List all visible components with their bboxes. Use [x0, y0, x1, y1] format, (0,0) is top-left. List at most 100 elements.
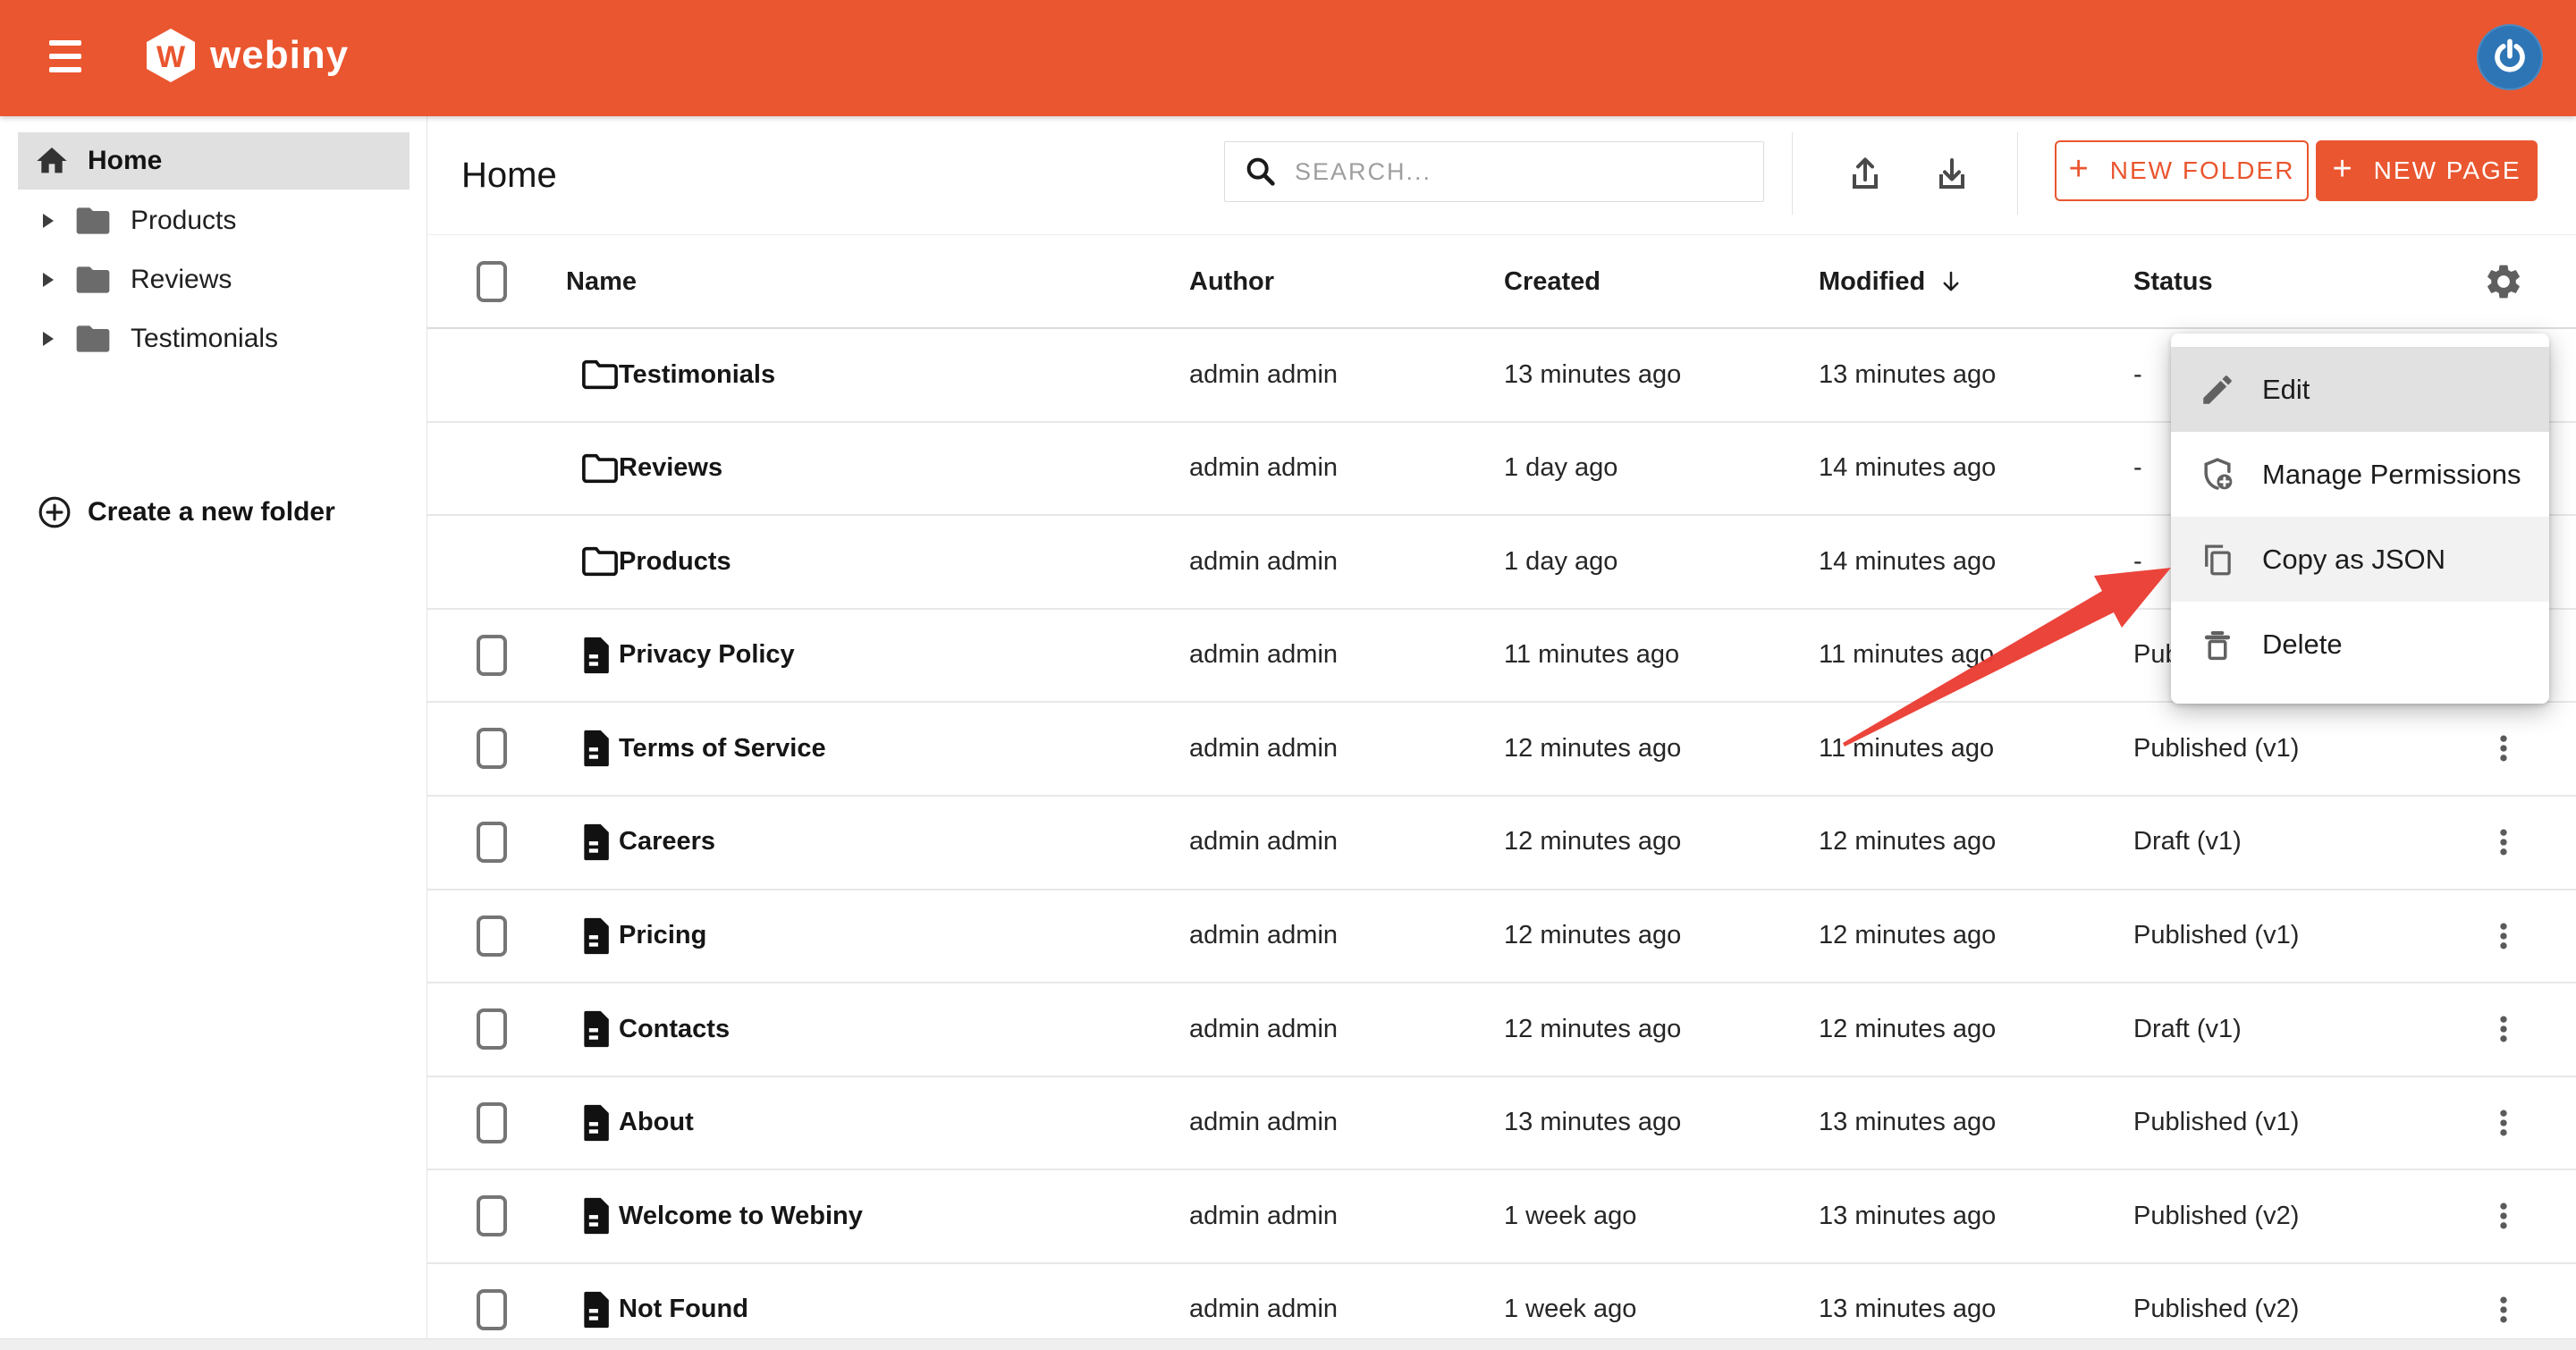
row-checkbox[interactable] — [477, 1008, 507, 1050]
row-actions-kebab-icon[interactable] — [2480, 1170, 2527, 1261]
table-row[interactable]: Careers admin admin 12 minutes ago 12 mi… — [427, 797, 2576, 890]
download-icon — [1930, 152, 1973, 195]
row-name[interactable]: Terms of Service — [619, 703, 826, 794]
column-header-modified[interactable]: Modified — [1819, 235, 1964, 328]
row-actions-kebab-icon[interactable] — [2480, 1077, 2527, 1169]
row-name[interactable]: Contacts — [619, 983, 730, 1075]
row-actions-kebab-icon[interactable] — [2480, 1264, 2527, 1338]
viewport-cut-strip — [0, 1338, 2576, 1350]
gear-icon — [2483, 261, 2524, 302]
row-name[interactable]: Testimonials — [619, 329, 775, 420]
row-actions-kebab-icon[interactable] — [2480, 703, 2527, 794]
home-icon — [34, 143, 70, 179]
folder-icon — [579, 544, 621, 579]
column-header-name[interactable]: Name — [566, 235, 637, 328]
row-type-icon — [579, 890, 615, 982]
row-checkbox[interactable] — [477, 635, 507, 676]
menu-item-edit[interactable]: Edit — [2171, 347, 2549, 432]
row-type-icon — [579, 516, 621, 607]
webiny-page-manager-screen: W webiny Home Products — [0, 0, 2576, 1350]
menu-item-label: Copy as JSON — [2262, 544, 2445, 576]
content-header: Home — [427, 116, 2576, 234]
sidebar-home-label: Home — [88, 146, 162, 176]
import-upload-button[interactable] — [1842, 150, 1888, 197]
table-row[interactable]: Contacts admin admin 12 minutes ago 12 m… — [427, 983, 2576, 1077]
new-folder-button-label: NEW FOLDER — [2110, 156, 2295, 185]
table-row[interactable]: Welcome to Webiny admin admin 1 week ago… — [427, 1170, 2576, 1264]
menu-item-label: Edit — [2262, 374, 2310, 406]
row-actions-kebab-icon[interactable] — [2480, 797, 2527, 888]
table-row[interactable]: Pricing admin admin 12 minutes ago 12 mi… — [427, 890, 2576, 984]
page-icon — [579, 729, 615, 768]
brand-wordmark: webiny — [210, 33, 349, 78]
sidebar-item-home[interactable]: Home — [18, 132, 410, 190]
topbar: W webiny — [0, 0, 2576, 116]
table-settings-button[interactable] — [2480, 235, 2527, 328]
row-type-icon — [579, 329, 621, 420]
table-row[interactable]: About admin admin 13 minutes ago 13 minu… — [427, 1077, 2576, 1171]
new-folder-button[interactable]: + NEW FOLDER — [2055, 140, 2309, 201]
sidebar: Home Products Reviews — [0, 116, 427, 1350]
table-row[interactable]: Terms of Service admin admin 12 minutes … — [427, 703, 2576, 797]
row-modified: 13 minutes ago — [1819, 1170, 1996, 1261]
search-input[interactable] — [1295, 158, 1724, 186]
row-type-icon — [579, 423, 621, 514]
row-name[interactable]: Careers — [619, 797, 715, 888]
row-checkbox[interactable] — [477, 822, 507, 863]
row-created: 12 minutes ago — [1504, 890, 1681, 982]
column-header-author[interactable]: Author — [1189, 235, 1274, 328]
menu-item-manage-permissions[interactable]: Manage Permissions — [2171, 432, 2549, 517]
row-created: 12 minutes ago — [1504, 797, 1681, 888]
row-author: admin admin — [1189, 610, 1338, 701]
table-row[interactable]: Not Found admin admin 1 week ago 13 minu… — [427, 1264, 2576, 1338]
row-type-icon — [579, 610, 615, 701]
webiny-logo[interactable]: W webiny — [146, 27, 349, 84]
trash-icon — [2198, 625, 2237, 664]
search-box — [1224, 141, 1764, 202]
row-created: 1 day ago — [1504, 423, 1617, 514]
row-name[interactable]: Privacy Policy — [619, 610, 795, 701]
row-checkbox[interactable] — [477, 1195, 507, 1236]
row-name[interactable]: Products — [619, 516, 731, 607]
column-header-status[interactable]: Status — [2133, 235, 2213, 328]
row-name[interactable]: Pricing — [619, 890, 706, 982]
menu-item-delete[interactable]: Delete — [2171, 602, 2549, 687]
new-page-button[interactable]: + NEW PAGE — [2316, 140, 2538, 201]
create-new-folder-button[interactable]: Create a new folder — [18, 484, 410, 541]
copy-icon — [2198, 540, 2237, 579]
row-status: Published (v1) — [2133, 703, 2299, 794]
export-download-button[interactable] — [1929, 150, 1975, 197]
user-avatar[interactable] — [2477, 24, 2543, 90]
row-checkbox[interactable] — [477, 728, 507, 769]
chevron-right-icon[interactable] — [43, 273, 54, 287]
row-checkbox[interactable] — [477, 1102, 507, 1143]
column-header-created[interactable]: Created — [1504, 235, 1600, 328]
sidebar-folder-label: Testimonials — [131, 324, 278, 354]
row-name[interactable]: Reviews — [619, 423, 722, 514]
row-type-icon — [579, 797, 615, 888]
menu-item-copy-as-json[interactable]: Copy as JSON — [2171, 517, 2549, 602]
row-checkbox[interactable] — [477, 915, 507, 957]
row-checkbox[interactable] — [477, 1289, 507, 1330]
row-name[interactable]: About — [619, 1077, 694, 1169]
row-author: admin admin — [1189, 890, 1338, 982]
row-author: admin admin — [1189, 1264, 1338, 1338]
chevron-right-icon[interactable] — [43, 332, 54, 346]
sidebar-item-reviews[interactable]: Reviews — [18, 250, 410, 309]
row-author: admin admin — [1189, 1077, 1338, 1169]
plus-circle-icon — [38, 495, 72, 529]
select-all-checkbox[interactable] — [477, 235, 507, 328]
sidebar-item-products[interactable]: Products — [18, 191, 410, 250]
row-name[interactable]: Welcome to Webiny — [619, 1170, 863, 1261]
row-actions-kebab-icon[interactable] — [2480, 890, 2527, 982]
row-author: admin admin — [1189, 797, 1338, 888]
sidebar-item-testimonials[interactable]: Testimonials — [18, 309, 410, 368]
row-created: 1 week ago — [1504, 1170, 1636, 1261]
hamburger-menu-icon[interactable] — [49, 40, 81, 76]
pencil-icon — [2198, 370, 2237, 409]
chevron-right-icon[interactable] — [43, 214, 54, 228]
sort-desc-arrow-icon — [1938, 268, 1964, 295]
row-actions-kebab-icon[interactable] — [2480, 983, 2527, 1075]
row-created: 13 minutes ago — [1504, 1077, 1681, 1169]
row-name[interactable]: Not Found — [619, 1264, 748, 1338]
